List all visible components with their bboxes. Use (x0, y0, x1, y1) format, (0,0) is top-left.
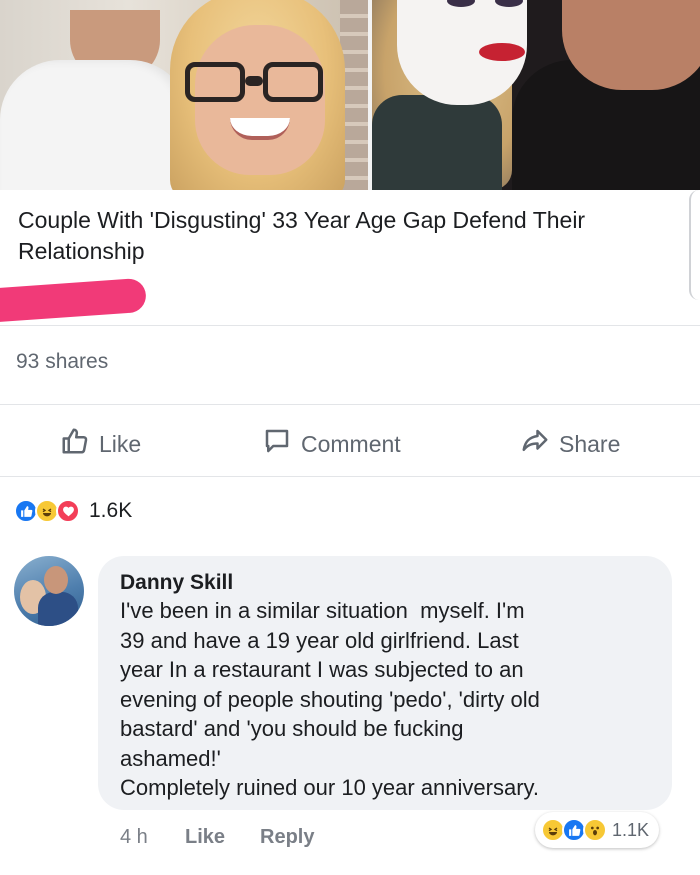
like-label: Like (99, 430, 142, 457)
post-image[interactable] (0, 0, 700, 190)
love-icon (56, 499, 80, 523)
comment-reaction-count: 1.1K (612, 819, 650, 840)
share-button[interactable]: Share (520, 426, 620, 462)
photo-couple-clown (371, 0, 700, 190)
shares-count[interactable]: 93 shares (16, 350, 108, 374)
comment-bubble: Danny Skill I've been in a similar situa… (98, 556, 672, 810)
comment-reply-button[interactable]: Reply (260, 826, 314, 849)
highlight-marker (0, 277, 148, 323)
comment-timestamp[interactable]: 4 h (120, 826, 148, 849)
comment-like-button[interactable]: Like (185, 826, 225, 849)
comment-label: Comment (301, 430, 401, 457)
scroll-edge (689, 190, 700, 300)
post-action-bar: Like Comment Share (0, 414, 700, 470)
divider (0, 476, 700, 477)
share-label: Share (559, 430, 621, 457)
comment-button[interactable]: Comment (262, 426, 401, 462)
comment-reactions[interactable]: 1.1K (535, 812, 660, 848)
thumbs-up-icon (60, 426, 90, 462)
photo-couple-normal (0, 0, 368, 190)
share-icon (520, 426, 550, 462)
avatar[interactable] (14, 556, 84, 626)
like-button[interactable]: Like (60, 426, 141, 462)
comment-icon (262, 426, 292, 462)
divider (0, 325, 700, 326)
divider (0, 404, 700, 405)
comment-text: I've been in a similar situation myself.… (120, 598, 540, 800)
wow-icon (583, 818, 607, 842)
reaction-count: 1.6K (89, 499, 133, 522)
post-reactions[interactable]: 1.6K (14, 499, 132, 523)
post-headline[interactable]: Couple With 'Disgusting' 33 Year Age Gap… (18, 205, 668, 267)
comment-author[interactable]: Danny Skill (120, 570, 650, 596)
